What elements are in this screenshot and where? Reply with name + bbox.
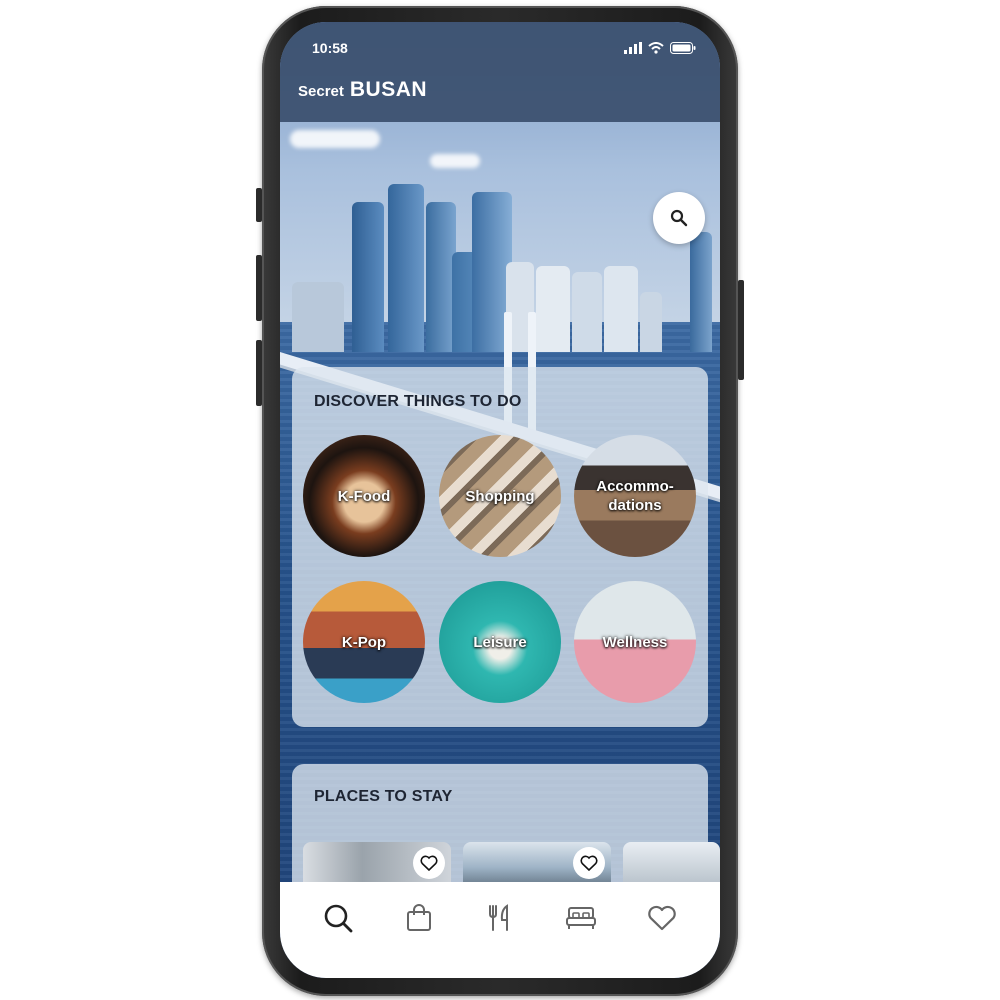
nav-shopping[interactable]: [399, 898, 439, 938]
phone-side-button: [738, 280, 744, 380]
phone-side-button: [256, 188, 262, 222]
search-icon: [670, 209, 688, 227]
place-card[interactable]: [303, 842, 451, 884]
shopping-bag-icon: [407, 904, 431, 931]
category-k-food[interactable]: K-Food: [303, 435, 425, 557]
phone-side-button: [256, 255, 262, 321]
category-shopping[interactable]: Shopping: [439, 435, 561, 557]
bed-icon: [566, 907, 596, 929]
nav-food[interactable]: [480, 898, 520, 938]
favorite-button[interactable]: [573, 847, 605, 879]
category-label: Leisure: [473, 633, 527, 651]
category-label: Shopping: [465, 487, 535, 505]
places-title: PLACES TO STAY: [314, 788, 453, 805]
bottom-nav: [280, 882, 720, 978]
favorite-button[interactable]: [413, 847, 445, 879]
heart-icon: [420, 855, 438, 871]
discover-title: DISCOVER THINGS TO DO: [314, 393, 522, 410]
app-title: Secret BUSAN: [298, 78, 427, 102]
wifi-icon: [648, 42, 664, 54]
search-button[interactable]: [653, 192, 705, 244]
nav-stay[interactable]: [561, 898, 601, 938]
category-label: K-Pop: [341, 633, 387, 651]
category-label: Accommo- dations: [596, 478, 674, 514]
phone-side-button: [256, 340, 262, 406]
heart-icon: [580, 855, 598, 871]
status-icons: [624, 42, 696, 54]
category-wellness[interactable]: Wellness: [574, 581, 696, 703]
signal-icon: [624, 42, 642, 54]
category-accommodations[interactable]: Accommo- dations: [574, 435, 696, 557]
battery-icon: [670, 42, 696, 54]
status-time: 10:58: [312, 40, 348, 56]
place-card[interactable]: [463, 842, 611, 884]
category-leisure[interactable]: Leisure: [439, 581, 561, 703]
app-title-big: BUSAN: [349, 78, 428, 101]
phone-screen: 10:58 Secret BUSAN DISCOVER THINGS TO DO…: [280, 22, 720, 978]
app-header: 10:58 Secret BUSAN: [280, 22, 720, 122]
place-card[interactable]: [623, 842, 720, 884]
nav-search[interactable]: [318, 898, 358, 938]
app-title-small: Secret: [298, 83, 344, 100]
discover-card: DISCOVER THINGS TO DO K-Food Shopping Ac…: [292, 367, 708, 727]
fork-knife-icon: [489, 904, 508, 931]
search-icon: [324, 904, 353, 933]
category-label: K-Food: [337, 487, 391, 505]
category-k-pop[interactable]: K-Pop: [303, 581, 425, 703]
heart-icon: [648, 905, 676, 931]
category-label: Wellness: [602, 633, 668, 651]
nav-favorites[interactable]: [642, 898, 682, 938]
